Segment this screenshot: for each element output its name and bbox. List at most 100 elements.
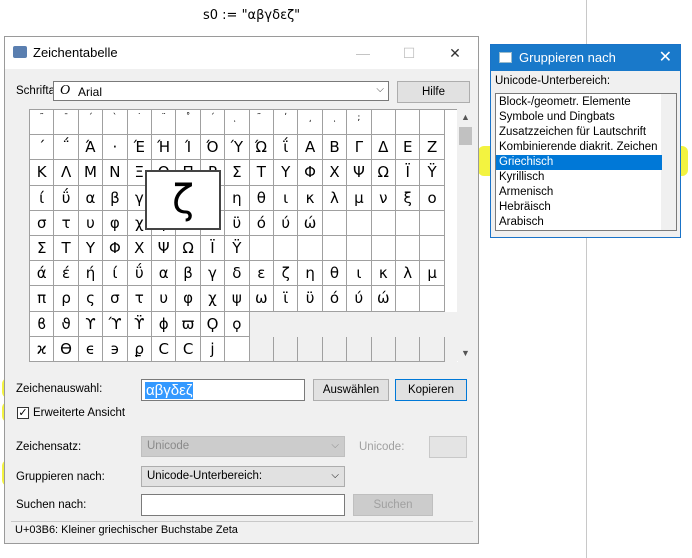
grid-cell[interactable]: Φ	[298, 160, 323, 186]
grid-cell[interactable]: Κ	[30, 160, 55, 186]
grid-cell[interactable]: ϋ	[225, 210, 250, 236]
grid-cell[interactable]: φ	[103, 210, 128, 236]
maximize-button[interactable]: ☐	[386, 37, 432, 69]
grid-cell[interactable]: ϶	[103, 336, 128, 362]
grid-cell[interactable]: μ	[420, 261, 445, 287]
close-button[interactable]: ✕	[432, 37, 478, 69]
grid-cell[interactable]: ͂	[249, 110, 274, 136]
grid-cell[interactable]	[371, 110, 396, 136]
selection-input[interactable]: αβγδεζ	[141, 379, 305, 401]
grid-cell[interactable]: η	[225, 185, 250, 211]
grid-cell[interactable]: Μ	[78, 160, 104, 186]
grid-cell[interactable]	[396, 286, 421, 312]
grid-cell[interactable]: θ	[322, 261, 348, 287]
groupby-dropdown[interactable]: Unicode-Unterbereich: ⌵	[141, 466, 345, 487]
grid-cell[interactable]: Ί	[176, 135, 201, 161]
grid-cell[interactable]: ΰ	[54, 185, 79, 211]
select-button[interactable]: Auswählen	[313, 379, 389, 401]
grid-cell[interactable]	[274, 336, 299, 362]
list-item[interactable]: Block-/geometr. Elemente	[496, 95, 662, 110]
list-item[interactable]: Arabisch	[496, 215, 662, 230]
charset-dropdown[interactable]: Unicode ⌵	[141, 436, 345, 457]
grid-cell[interactable]: ϋ	[298, 286, 323, 312]
grid-cell[interactable]: ή	[78, 261, 104, 287]
grid-cell[interactable]: ϑ	[54, 311, 79, 337]
grid-cell[interactable]	[322, 336, 348, 362]
scrollbar-thumb[interactable]	[459, 127, 472, 145]
grid-cell[interactable]	[249, 236, 274, 262]
grid-cell[interactable]: ;	[347, 110, 372, 136]
grid-cell[interactable]: ˙	[127, 110, 152, 136]
list-item[interactable]: Armenisch	[496, 185, 662, 200]
grid-cell[interactable]: Δ	[371, 135, 396, 161]
grid-cell[interactable]: Α	[298, 135, 323, 161]
grid-cell[interactable]: ϒ	[78, 311, 104, 337]
grid-cell[interactable]: κ	[371, 261, 396, 287]
grid-cell[interactable]	[298, 236, 323, 262]
group-dialog-titlebar[interactable]: Gruppieren nach ✕	[491, 45, 680, 71]
character-grid[interactable]: ˜ˉˊˋ˙¨˚´͂ͅʹ͵ͺ;΄΅Ά·ΈΉΊΌΎΏΐΑΒΓΔΕΖΚΛΜΝΞΟΠΡΣ…	[29, 109, 458, 362]
grid-cell[interactable]: Ϋ	[225, 236, 250, 262]
grid-cell[interactable]: ά	[30, 261, 55, 287]
grid-cell[interactable]: β	[176, 261, 201, 287]
close-icon[interactable]: ✕	[659, 47, 672, 67]
grid-cell[interactable]	[347, 210, 372, 236]
grid-cell[interactable]: Ϊ	[200, 236, 226, 262]
grid-cell[interactable]	[225, 336, 250, 362]
grid-cell[interactable]: λ	[322, 185, 348, 211]
search-button[interactable]: Suchen	[353, 494, 433, 516]
grid-cell[interactable]: ˜	[30, 110, 55, 136]
grid-cell[interactable]: Υ	[274, 160, 299, 186]
grid-cell[interactable]: ʹ	[274, 110, 299, 136]
grid-cell[interactable]: Ν	[103, 160, 128, 186]
subrange-list[interactable]: Block-/geometr. Elemente Symbole und Ding…	[495, 93, 677, 231]
grid-cell[interactable]: Υ	[78, 236, 104, 262]
grid-cell[interactable]	[420, 110, 445, 136]
grid-cell[interactable]: Ϙ	[200, 311, 226, 337]
grid-cell[interactable]: Φ	[103, 236, 128, 262]
grid-cell[interactable]: Ώ	[249, 135, 274, 161]
grid-cell[interactable]	[298, 336, 323, 362]
grid-cell[interactable]: σ	[103, 286, 128, 312]
grid-cell[interactable]: ϙ	[225, 311, 250, 337]
grid-cell[interactable]: Ψ	[152, 236, 177, 262]
list-item[interactable]: Zusatzzeichen für Lautschrift	[496, 125, 662, 140]
grid-cell[interactable]: ο	[420, 185, 445, 211]
grid-cell[interactable]	[371, 336, 396, 362]
grid-cell[interactable]: τ	[54, 210, 79, 236]
grid-cell[interactable]: ϐ	[30, 311, 55, 337]
grid-cell[interactable]: ώ	[298, 210, 323, 236]
grid-cell[interactable]: Ζ	[420, 135, 445, 161]
grid-cell[interactable]: ϴ	[54, 336, 79, 362]
grid-cell[interactable]: Ά	[78, 135, 104, 161]
grid-cell[interactable]	[274, 236, 299, 262]
grid-cell[interactable]: ¨	[152, 110, 177, 136]
grid-cell[interactable]: α	[152, 261, 177, 287]
grid-cell[interactable]: δ	[225, 261, 250, 287]
list-item[interactable]: Hebräisch	[496, 200, 662, 215]
grid-cell[interactable]: η	[298, 261, 323, 287]
grid-cell[interactable]: Τ	[54, 236, 79, 262]
list-item[interactable]: Kombinierende diakrit. Zeichen	[496, 140, 662, 155]
grid-scrollbar[interactable]: ▲ ▼	[457, 109, 474, 361]
search-input[interactable]	[141, 494, 345, 516]
grid-cell[interactable]: ύ	[274, 210, 299, 236]
help-button[interactable]: Hilfe	[397, 81, 470, 103]
grid-cell[interactable]: ϳ	[200, 336, 226, 362]
grid-cell[interactable]: ρ	[54, 286, 79, 312]
grid-cell[interactable]: Γ	[347, 135, 372, 161]
grid-cell[interactable]	[322, 210, 348, 236]
grid-cell[interactable]: Σ	[225, 160, 250, 186]
grid-cell[interactable]: ι	[347, 261, 372, 287]
grid-cell[interactable]: τ	[127, 286, 152, 312]
grid-cell[interactable]: Ϲ	[176, 336, 201, 362]
grid-cell[interactable]	[396, 336, 421, 362]
grid-cell[interactable]	[396, 210, 421, 236]
grid-cell[interactable]: α	[78, 185, 104, 211]
scroll-up-icon[interactable]: ▲	[457, 109, 474, 125]
grid-cell[interactable]: Χ	[127, 236, 152, 262]
grid-cell[interactable]	[322, 236, 348, 262]
grid-cell[interactable]: Λ	[54, 160, 79, 186]
grid-cell[interactable]: φ	[176, 286, 201, 312]
grid-cell[interactable]: ϔ	[127, 311, 152, 337]
